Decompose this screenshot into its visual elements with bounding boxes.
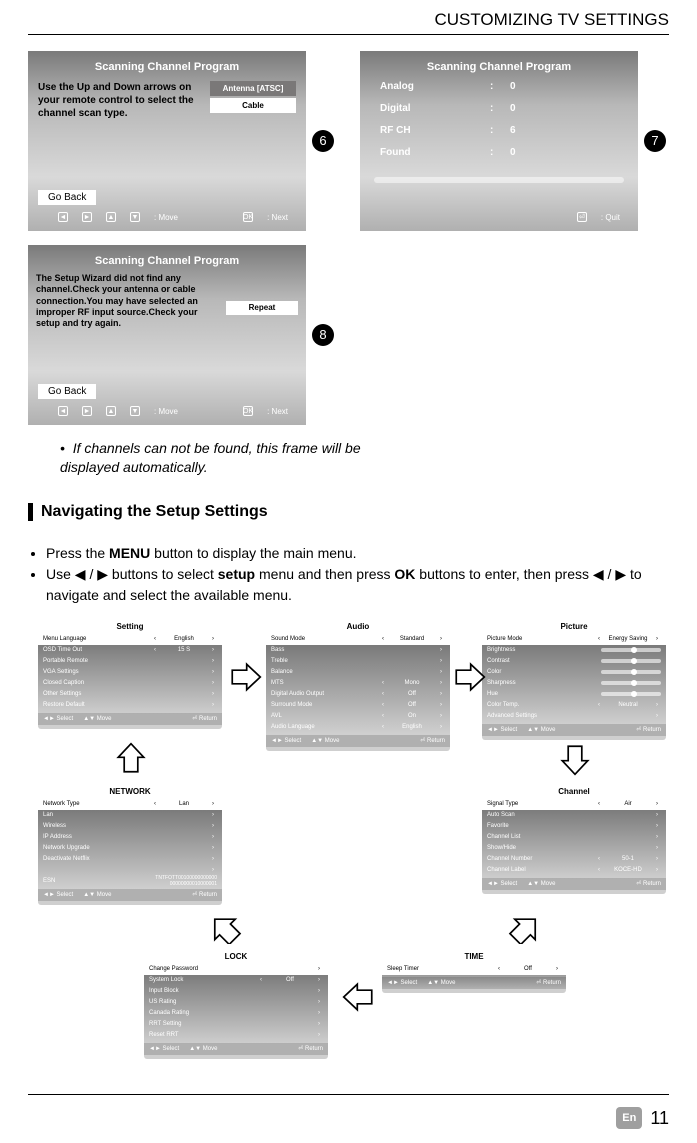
- screenshot-7: Scanning Channel Program Analog:0Digital…: [360, 51, 638, 231]
- screenshot-8: Scanning Channel Program The Setup Wizar…: [28, 245, 306, 425]
- callout-7: 7: [644, 130, 666, 152]
- page-number: En 11: [616, 1107, 669, 1129]
- menu-audio: AudioSound Mode‹Standard›Bass›Treble›Bal…: [266, 620, 450, 751]
- callout-6: 6: [312, 130, 334, 152]
- menu-setting: SettingMenu Language‹English›OSD Time Ou…: [38, 620, 222, 729]
- menu-time: TIMESleep Timer‹Off›◄► Select▲▼ Move⏎ Re…: [382, 950, 566, 993]
- screenshot-6: Scanning Channel Program Use the Up and …: [28, 51, 306, 231]
- navigation-diagram: SettingMenu Language‹English›OSD Time Ou…: [28, 620, 668, 1070]
- callout-8: 8: [312, 324, 334, 346]
- menu-lock: LOCKChange Password›System Lock‹Off›Inpu…: [144, 950, 328, 1059]
- menu-channel: ChannelSignal Type‹Air›Auto Scan›Favorit…: [482, 785, 666, 894]
- menu-picture: PicturePicture Mode‹Energy Saving›Bright…: [482, 620, 666, 740]
- menu-network: NETWORKNetwork Type‹Lan›Lan›Wireless›IP …: [38, 785, 222, 905]
- note-text: • If channels can not be found, this fra…: [60, 439, 380, 477]
- instruction-list: Press the MENU button to display the mai…: [46, 543, 669, 606]
- page-header: CUSTOMIZING TV SETTINGS: [28, 0, 669, 35]
- section-heading: Navigating the Setup Settings: [28, 503, 669, 521]
